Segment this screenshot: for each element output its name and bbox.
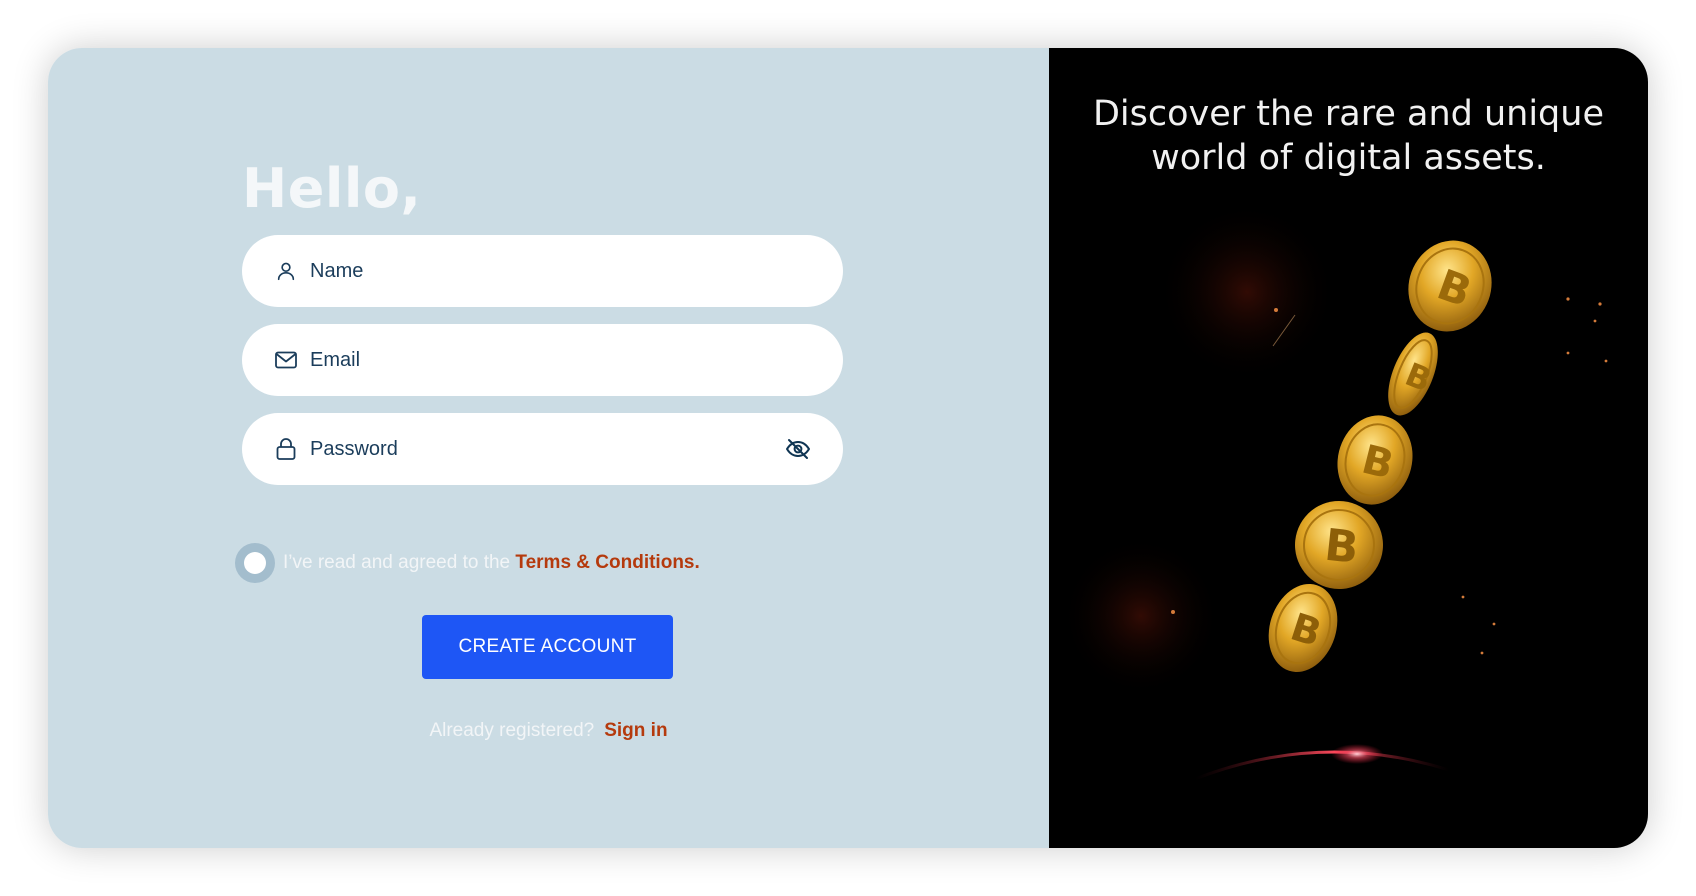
greeting-heading: Hello, [242,157,422,220]
email-input[interactable] [310,348,813,372]
password-field[interactable] [242,413,843,485]
password-input[interactable] [310,437,783,461]
signup-form-panel: Hello, Name Email I’ve read and agreed t… [48,48,1049,848]
terms-link[interactable]: Terms & Conditions. [515,552,699,573]
promo-headline: Discover the rare and unique world of dig… [1049,92,1648,180]
email-field[interactable] [242,324,843,396]
terms-radio-dot [244,552,266,574]
mail-icon [274,348,298,372]
signup-card: Hello, Name Email I’ve read and agreed t… [48,48,1648,848]
eye-off-icon[interactable] [783,434,813,464]
promo-panel: B B B B B Discover the rare and unique w… [1049,48,1648,848]
name-field[interactable] [242,235,843,307]
already-registered-text: Already registered? [429,720,595,741]
lock-icon [274,437,298,461]
horizon-flare [1331,744,1383,764]
planet-horizon [1194,750,1450,781]
promo-line-1: Discover the rare and unique [1092,94,1604,134]
promo-line-2: world of digital assets. [1151,138,1546,178]
terms-label: I’ve read and agreed to the Terms & Cond… [283,552,700,574]
glow-top [1157,202,1337,382]
terms-prefix: I’ve read and agreed to the [283,552,516,573]
svg-text:B: B [1322,520,1361,574]
sign-in-link[interactable]: Sign in [604,720,667,742]
terms-agreement: I’ve read and agreed to the Terms & Cond… [235,543,700,583]
signin-prompt-row: Already registered? Sign in [48,720,1049,742]
terms-radio[interactable] [235,543,275,583]
name-input[interactable] [310,259,813,283]
create-account-button[interactable]: CREATE ACCOUNT [422,615,673,679]
user-icon [274,259,298,283]
glow-bottom [1061,536,1221,696]
